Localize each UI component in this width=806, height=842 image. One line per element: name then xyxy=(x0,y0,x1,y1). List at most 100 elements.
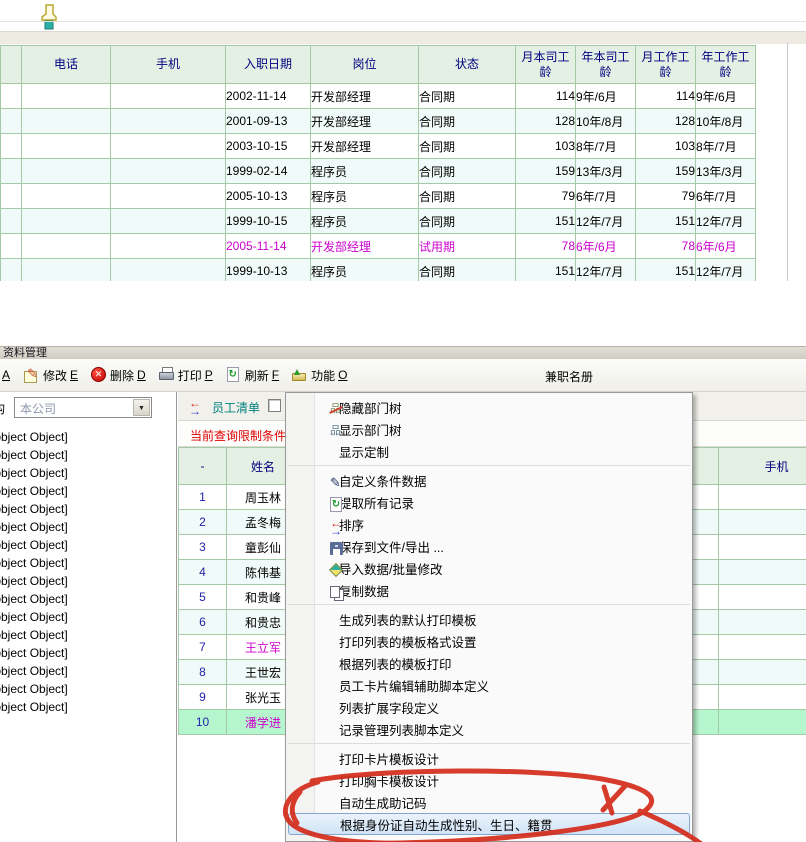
menu-item[interactable]: 显示部门树 xyxy=(286,418,692,440)
cell-position: 开发部经理 xyxy=(311,84,419,109)
cell-position: 程序员 xyxy=(311,184,419,209)
col-header-years-company[interactable]: 年本司工龄 xyxy=(576,46,636,84)
functions-icon[interactable]: 功能O xyxy=(292,367,347,384)
tab-employee-list[interactable]: 员工清单 xyxy=(212,399,260,416)
cell-mobile xyxy=(111,109,226,134)
save-icon xyxy=(329,541,345,557)
menu-item[interactable]: 自定义条件数据 xyxy=(286,469,692,491)
menu-item-label: 员工卡片编辑辅助脚本定义 xyxy=(339,676,489,695)
menu-item[interactable]: 记录管理列表脚本定义 xyxy=(286,718,692,740)
menu-item[interactable]: 复制数据 xyxy=(286,579,692,601)
tree-hide-icon xyxy=(329,402,345,418)
table-row[interactable]: 1999-02-14 程序员 合同期 159 13年/3月 159 13年/3月 xyxy=(1,159,756,184)
tree-item-department[interactable]: [object Object] xyxy=(0,554,68,572)
cell-blank xyxy=(1,84,22,109)
menu-item-label: 打印卡片模板设计 xyxy=(339,749,439,768)
cell-row-number: 7 xyxy=(178,635,227,659)
cell-mobile xyxy=(719,510,806,534)
tree-show-icon xyxy=(329,424,345,440)
tree-item-department[interactable]: [object Object] xyxy=(0,644,68,662)
tree-item-department[interactable]: [object Object] xyxy=(0,464,68,482)
col-header-blank[interactable] xyxy=(1,46,22,84)
tree-item-department[interactable]: [object Object] xyxy=(0,536,68,554)
refresh-icon xyxy=(226,367,242,383)
chevron-down-icon[interactable]: ▼ xyxy=(133,399,150,416)
bell-icon[interactable] xyxy=(40,4,58,30)
cell-years-company: 9年/6月 xyxy=(576,84,636,109)
cell-hire-date: 1999-10-15 xyxy=(226,209,311,234)
print-icon[interactable]: 打印P xyxy=(159,367,213,384)
tree-item-department[interactable]: [object Object] xyxy=(0,500,68,518)
menu-item[interactable]: 提取所有记录 xyxy=(286,491,692,513)
menu-item[interactable]: 保存到文件/导出 ... xyxy=(286,535,692,557)
menu-item-label: 导入数据/批量修改 xyxy=(339,559,442,578)
toolbar-button-shortcut: F xyxy=(272,368,279,382)
menu-item[interactable]: 列表扩展字段定义 xyxy=(286,696,692,718)
menu-item[interactable]: 打印列表的模板格式设置 xyxy=(286,630,692,652)
col-header-index[interactable]: - xyxy=(178,448,227,484)
menu-item[interactable]: 生成列表的默认打印模板 xyxy=(286,608,692,630)
tree-item-department[interactable]: [object Object] xyxy=(0,572,68,590)
col-header-hire-date[interactable]: 入职日期 xyxy=(226,46,311,84)
menu-item[interactable]: 自动生成助记码 xyxy=(286,791,692,813)
table-row[interactable]: 2001-09-13 开发部经理 合同期 128 10年/8月 128 10年/… xyxy=(1,109,756,134)
menu-item[interactable]: 自动生成农历生日 xyxy=(286,835,692,842)
cell-row-number: 4 xyxy=(178,560,227,584)
cell-months-work: 79 xyxy=(636,184,696,209)
edit-icon[interactable]: 修改E xyxy=(24,367,78,384)
table-row[interactable]: 1999-10-13 程序员 合同期 151 12年/7月 151 12年/7月 xyxy=(1,259,756,282)
col-header-mobile[interactable]: 手机 xyxy=(719,448,806,484)
menu-item[interactable]: 根据列表的模板打印 xyxy=(286,652,692,674)
table-row[interactable]: 2005-10-13 程序员 合同期 79 6年/7月 79 6年/7月 xyxy=(1,184,756,209)
import-icon xyxy=(329,563,345,579)
table-row[interactable]: 1999-10-15 程序员 合同期 151 12年/7月 151 12年/7月 xyxy=(1,209,756,234)
cell-years-work: 6年/6月 xyxy=(696,234,756,259)
menu-item[interactable]: 员工卡片编辑辅助脚本定义 xyxy=(286,674,692,696)
menu-item-label: 打印列表的模板格式设置 xyxy=(339,632,477,651)
col-header-mobile[interactable]: 手机 xyxy=(111,46,226,84)
org-label-partial: 构 xyxy=(0,400,5,417)
tree-item-department[interactable]: [object Object] xyxy=(0,680,68,698)
company-combobox[interactable]: 本公司 ▼ xyxy=(14,397,152,418)
cell-months-company: 78 xyxy=(516,234,576,259)
col-header-status[interactable]: 状态 xyxy=(419,46,516,84)
menu-item[interactable]: 隐藏部门树 xyxy=(286,396,692,418)
cell-years-company: 8年/7月 xyxy=(576,134,636,159)
menu-item[interactable]: 显示定制 xyxy=(286,440,692,462)
col-header-months-work[interactable]: 月工作工龄 xyxy=(636,46,696,84)
tree-item-department[interactable]: [object Object] xyxy=(0,428,68,446)
pencil-icon xyxy=(329,475,345,491)
tree-item-department[interactable]: [object Object] xyxy=(0,446,68,464)
cell-months-work: 78 xyxy=(636,234,696,259)
col-header-years-work[interactable]: 年工作工龄 xyxy=(696,46,756,84)
department-tree: [object Object] [object Object] [object … xyxy=(0,428,68,716)
table-row[interactable]: 2005-11-14 开发部经理 试用期 78 6年/6月 78 6年/6月 xyxy=(1,234,756,259)
cell-position: 程序员 xyxy=(311,159,419,184)
cell-phone xyxy=(22,84,111,109)
menu-item[interactable]: 打印胸卡模板设计 xyxy=(286,769,692,791)
refresh-icon[interactable]: 刷新F xyxy=(226,367,279,384)
col-header-months-company[interactable]: 月本司工龄 xyxy=(516,46,576,84)
cell-position: 程序员 xyxy=(311,209,419,234)
tree-item-department[interactable]: [object Object] xyxy=(0,518,68,536)
col-header-position[interactable]: 岗位 xyxy=(311,46,419,84)
tree-item-department[interactable]: [object Object] xyxy=(0,608,68,626)
tree-item-department[interactable]: [object Object] xyxy=(0,698,68,716)
tree-item-department[interactable]: [object Object] xyxy=(0,662,68,680)
menu-item-label: 自动生成农历生日 xyxy=(339,837,439,842)
col-header-phone[interactable]: 电话 xyxy=(22,46,111,84)
tree-item-department[interactable]: [object Object] xyxy=(0,482,68,500)
tree-item-department[interactable]: [object Object] xyxy=(0,590,68,608)
table-row[interactable]: 2002-11-14 开发部经理 合同期 114 9年/6月 114 9年/6月 xyxy=(1,84,756,109)
menu-item[interactable]: 根据身份证自动生成性别、生日、籍贯 xyxy=(288,813,690,835)
tree-item-department[interactable]: [object Object] xyxy=(0,626,68,644)
menu-item[interactable]: 导入数据/批量修改 xyxy=(286,557,692,579)
cell-status: 合同期 xyxy=(419,159,516,184)
filter-checkbox[interactable] xyxy=(268,399,281,412)
menu-item[interactable]: 排序 xyxy=(286,513,692,535)
table-row[interactable]: 2003-10-15 开发部经理 合同期 103 8年/7月 103 8年/7月 xyxy=(1,134,756,159)
cell-years-company: 6年/7月 xyxy=(576,184,636,209)
menu-item[interactable]: 打印卡片模板设计 xyxy=(286,747,692,769)
toolbar-partial-add-button[interactable]: A xyxy=(2,368,10,382)
delete-icon[interactable]: 删除D xyxy=(91,367,146,384)
